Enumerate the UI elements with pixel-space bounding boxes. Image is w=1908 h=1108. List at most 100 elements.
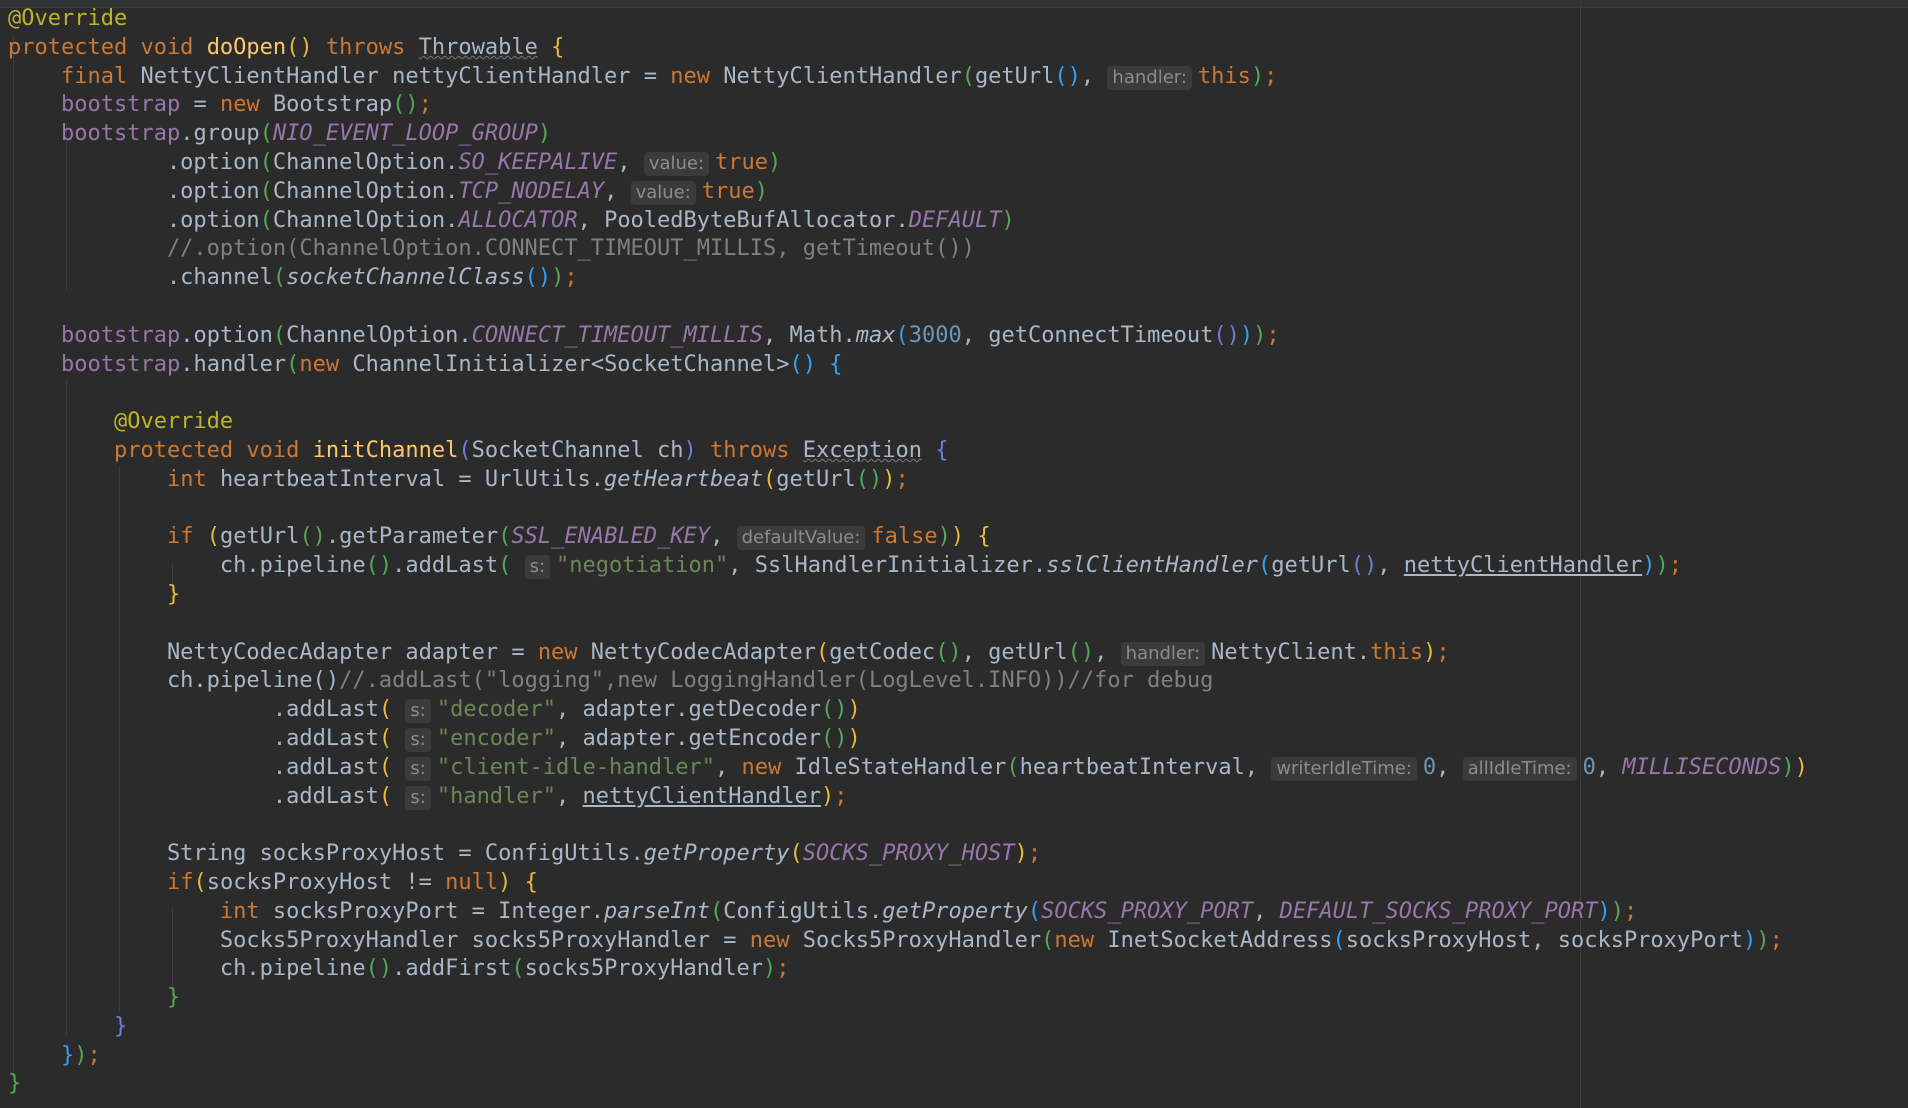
code-area[interactable]: @Override protected void doOpen() throws …	[8, 5, 1908, 1099]
bracket-token: }	[8, 1071, 22, 1097]
keyword-token: ;	[776, 956, 790, 982]
code-token: heartbeatInterval = UrlUtils.	[219, 466, 605, 492]
code-line[interactable]	[8, 495, 1908, 524]
code-line[interactable]: .addLast( s: "client-idle-handler", new I…	[8, 754, 1908, 783]
code-line[interactable]: }	[8, 581, 1908, 610]
exception-type-token: Exception	[802, 437, 922, 463]
keyword-token: ;	[87, 1042, 101, 1068]
code-line[interactable]: .option(ChannelOption.TCP_NODELAY, value…	[8, 178, 1908, 207]
code-line[interactable]: if (getUrl().getParameter(SSL_ENABLED_KE…	[8, 523, 1908, 552]
code-token: NettyCodecAdapter adapter =	[8, 639, 538, 665]
code-line[interactable]: ch.pipeline().addFirst(socks5ProxyHandle…	[8, 955, 1908, 984]
number-token: 0	[1422, 754, 1437, 780]
code-line[interactable]: protected void doOpen() throws Throwable…	[8, 34, 1908, 63]
code-line[interactable]: String socksProxyHost = ConfigUtils.getP…	[8, 840, 1908, 869]
constant-token: MILLISECONDS	[1622, 754, 1782, 780]
keyword-token: if	[166, 869, 194, 895]
code-line[interactable]: .option(ChannelOption.SO_KEEPALIVE, valu…	[8, 149, 1908, 178]
keyword-token: new	[749, 927, 803, 953]
code-line[interactable]: Socks5ProxyHandler socks5ProxyHandler = …	[8, 927, 1908, 956]
code-token: ChannelOption.	[272, 178, 459, 204]
bracket-token: )	[1781, 754, 1795, 780]
code-line[interactable]: @Override	[8, 5, 1908, 34]
code-line[interactable]: }	[8, 1070, 1908, 1099]
parameter-hint: s:	[524, 555, 551, 580]
bracket-token: (	[193, 869, 207, 895]
field-token: bootstrap	[60, 351, 181, 377]
code-token: String socksProxyHost = ConfigUtils.	[8, 841, 644, 867]
code-line[interactable]: }	[8, 984, 1908, 1013]
bracket-token: (	[961, 63, 975, 89]
code-line[interactable]: .option(ChannelOption.ALLOCATOR, PooledB…	[8, 207, 1908, 236]
bracket-token: ()	[1054, 63, 1081, 89]
keyword-token: this	[1197, 63, 1251, 89]
bracket-token: )	[820, 783, 835, 809]
code-line[interactable]: int socksProxyPort = Integer.parseInt(Co…	[8, 898, 1908, 927]
parameter-hint: value:	[643, 151, 710, 176]
bracket-token: (	[378, 725, 393, 751]
code-line[interactable]: ch.pipeline()//.addLast("logging",new Lo…	[8, 667, 1908, 696]
code-line[interactable]: .addLast( s: "handler", nettyClientHandle…	[8, 783, 1908, 812]
bracket-token: )	[950, 524, 965, 550]
bracket-token: ()	[1350, 553, 1378, 579]
code-line[interactable]: int heartbeatInterval = UrlUtils.getHear…	[8, 466, 1908, 495]
code-line[interactable]: }	[8, 1013, 1908, 1042]
bracket-token: ()	[1213, 322, 1240, 348]
code-token: .addLast	[8, 725, 379, 751]
bracket-token: )	[551, 265, 565, 291]
code-line[interactable]: @Override	[8, 408, 1908, 437]
bracket-token: ()	[524, 265, 552, 291]
code-line[interactable]	[8, 293, 1908, 322]
code-line[interactable]: bootstrap = new Bootstrap();	[8, 91, 1908, 120]
bracket-token: (	[259, 207, 273, 233]
code-line[interactable]: //.option(ChannelOption.CONNECT_TIMEOUT_…	[8, 235, 1908, 264]
bracket-token: )	[498, 869, 512, 895]
code-line[interactable]: bootstrap.group(NIO_EVENT_LOOP_GROUP)	[8, 120, 1908, 149]
code-token: , Math.	[763, 322, 856, 348]
code-editor[interactable]: @Override protected void doOpen() throws …	[0, 0, 1908, 1108]
code-line[interactable]: bootstrap.handler(new ChannelInitializer…	[8, 351, 1908, 380]
code-token: ch.pipeline()	[8, 668, 340, 694]
code-token: , getConnectTimeout	[961, 322, 1214, 348]
code-line[interactable]: bootstrap.option(ChannelOption.CONNECT_T…	[8, 322, 1908, 351]
static-method-token: getHeartbeat	[604, 466, 763, 492]
parameter-hint: handler:	[1107, 65, 1192, 90]
constant-token: SOCKS_PROXY_HOST	[802, 841, 1015, 867]
code-token: , SslHandlerInitializer.	[728, 553, 1047, 579]
bracket-token: )	[1597, 898, 1611, 924]
code-line[interactable]: protected void initChannel(SocketChannel…	[8, 437, 1908, 466]
code-token: Socks5ProxyHandler	[802, 927, 1042, 953]
code-line[interactable]	[8, 379, 1908, 408]
keyword-token: false	[871, 524, 938, 550]
string-token: "client-idle-handler"	[436, 754, 715, 780]
parameter-hint: value:	[630, 180, 696, 205]
code-line[interactable]: .channel(socketChannelClass());	[8, 264, 1908, 293]
bracket-token: (	[498, 553, 512, 579]
bracket-token: )	[74, 1042, 88, 1068]
parameter-hint: writerIdleTime:	[1271, 756, 1417, 781]
code-line[interactable]: ch.pipeline().addLast( s: "negotiation", …	[8, 552, 1908, 581]
keyword-token: true	[715, 149, 769, 175]
code-line[interactable]: NettyCodecAdapter adapter = new NettyCod…	[8, 639, 1908, 668]
bracket-token: (	[272, 265, 287, 291]
code-token: .addLast	[8, 783, 379, 809]
code-line[interactable]: if(socksProxyHost != null) {	[8, 869, 1908, 898]
comment-token: //.addLast("logging",new LoggingHandler(…	[339, 668, 1214, 694]
bracket-token: }	[166, 581, 181, 607]
bracket-token: ()	[820, 725, 848, 751]
code-line[interactable]: .addLast( s: "decoder", adapter.getDecode…	[8, 696, 1908, 725]
code-line[interactable]: .addLast( s: "encoder", adapter.getEncode…	[8, 725, 1908, 754]
bracket-token: )	[847, 725, 861, 751]
number-token: 0	[1582, 754, 1596, 780]
bracket-token: )	[537, 121, 552, 147]
code-line[interactable]	[8, 811, 1908, 840]
code-line[interactable]: final NettyClientHandler nettyClientHand…	[8, 63, 1908, 92]
code-line[interactable]	[8, 610, 1908, 639]
keyword-token: null	[445, 869, 499, 895]
code-line[interactable]: });	[8, 1042, 1908, 1071]
